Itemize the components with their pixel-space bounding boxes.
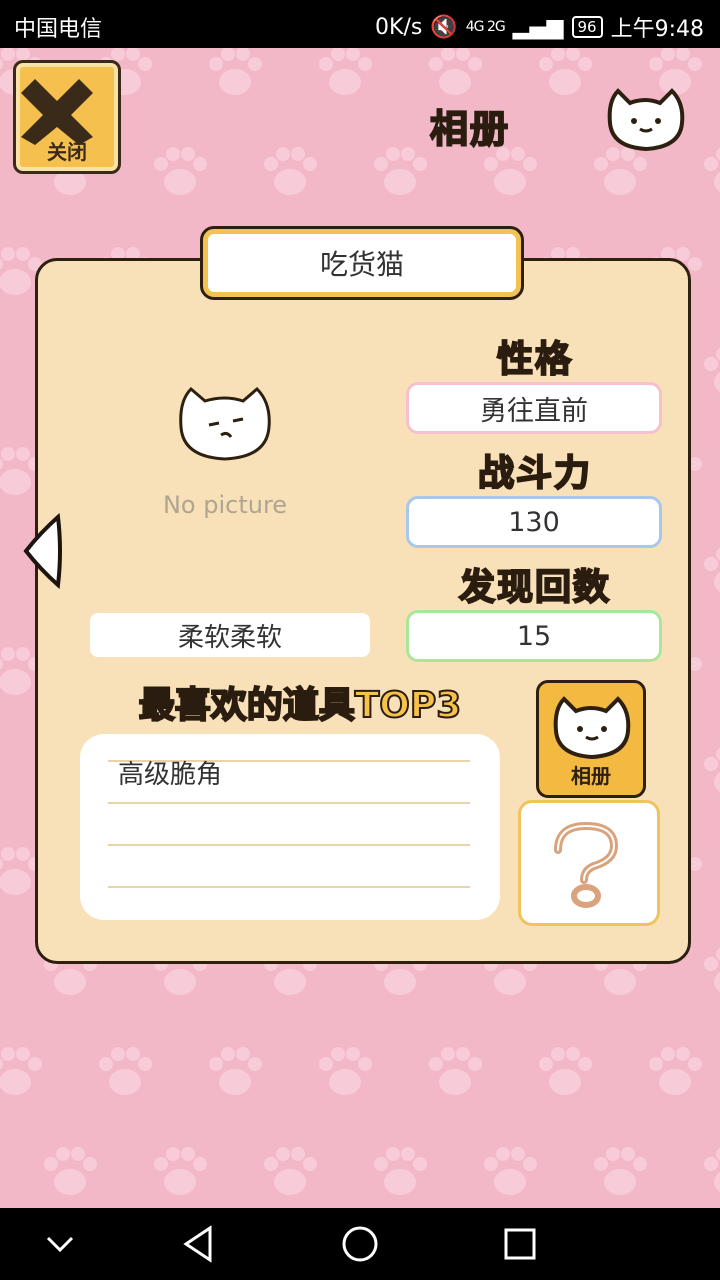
- game-screen: 关闭 相册 吃货猫 No picture 性格 勇往直前 战斗力 130 发现回…: [0, 48, 720, 1208]
- paw-print-decoration: [530, 1038, 600, 1108]
- status-right: 0K/s 🔇 4G 2G ▂▄▆ 96 上午9:48: [375, 11, 704, 43]
- paw-print-decoration: [90, 1038, 160, 1108]
- personality-title: 性格: [496, 338, 573, 381]
- power-title: 战斗力: [477, 452, 592, 495]
- question-mark-icon: [554, 821, 619, 908]
- favorite-item-1: 高级脆角: [118, 760, 223, 790]
- no-picture-text: No picture: [162, 491, 288, 519]
- paw-print-decoration: [530, 48, 600, 108]
- help-button[interactable]: [518, 800, 660, 926]
- paw-print-decoration: [640, 1038, 710, 1108]
- paw-print-decoration: [310, 48, 380, 108]
- paw-print-decoration: [420, 1038, 490, 1108]
- cat-face-icon: [553, 696, 631, 760]
- navigation-bar: [0, 1208, 720, 1280]
- close-icon: [21, 79, 93, 145]
- carrier-label: 中国电信: [14, 17, 103, 42]
- paw-print-decoration: [695, 338, 720, 408]
- recent-apps-icon[interactable]: [498, 1222, 542, 1266]
- paw-print-decoration: [255, 1138, 325, 1208]
- paw-print-decoration: [695, 1138, 720, 1208]
- paw-print-decoration: [310, 1038, 380, 1108]
- home-icon[interactable]: [338, 1222, 382, 1266]
- favorite-items-list: 高级脆角: [80, 734, 500, 920]
- paw-print-decoration: [475, 1138, 545, 1208]
- paw-print-decoration: [200, 48, 270, 108]
- paw-print-decoration: [695, 738, 720, 808]
- found-count-title: 发现回数: [458, 566, 611, 609]
- paw-print-decoration: [585, 1138, 655, 1208]
- paw-print-decoration: [35, 1138, 105, 1208]
- network-speed: 0K/s: [375, 14, 423, 40]
- album-button[interactable]: 相册: [536, 680, 646, 798]
- paw-print-decoration: [200, 1038, 270, 1108]
- status-bar: 中国电信 0K/s 🔇 4G 2G ▂▄▆ 96 上午9:48: [0, 0, 720, 48]
- cat-description: 柔软柔软: [90, 613, 370, 657]
- paw-print-decoration: [145, 138, 215, 208]
- paw-print-decoration: [0, 1038, 50, 1108]
- signal-icon: ▂▄▆: [512, 14, 564, 40]
- list-divider: [108, 886, 470, 888]
- back-icon[interactable]: [178, 1222, 222, 1266]
- list-divider: [108, 802, 470, 804]
- list-divider: [108, 844, 470, 846]
- paw-print-decoration: [695, 538, 720, 608]
- found-count-value: 15: [406, 610, 662, 662]
- paw-print-decoration: [695, 138, 720, 208]
- battery-icon: 96: [571, 16, 603, 38]
- mute-icon: 🔇: [430, 14, 458, 40]
- paw-print-decoration: [145, 1138, 215, 1208]
- paw-print-decoration: [365, 1138, 435, 1208]
- paw-print-decoration: [365, 138, 435, 208]
- status-time: 上午9:48: [610, 17, 704, 42]
- album-label: 相册: [571, 764, 611, 788]
- favorite-items-title: 最喜欢的道具TOP3: [138, 684, 463, 727]
- page-title: 相册: [429, 106, 511, 152]
- network-type: 4G 2G: [465, 19, 506, 35]
- paw-print-decoration: [255, 138, 325, 208]
- close-label: 关闭: [47, 140, 87, 164]
- cat-name: 吃货猫: [200, 226, 524, 300]
- paw-print-decoration: [695, 938, 720, 1008]
- personality-value: 勇往直前: [406, 382, 662, 434]
- prev-cat-arrow[interactable]: [20, 513, 64, 589]
- cat-placeholder-icon: [179, 386, 271, 461]
- power-value: 130: [406, 496, 662, 548]
- chevron-down-icon[interactable]: [38, 1222, 82, 1266]
- close-button[interactable]: 关闭: [13, 60, 121, 174]
- cat-face-icon: [607, 88, 685, 152]
